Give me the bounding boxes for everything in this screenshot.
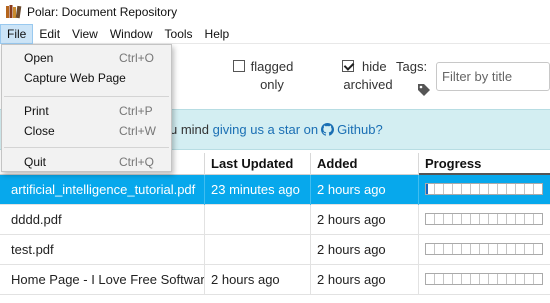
cell-progress (419, 205, 550, 235)
cell-title: test.pdf (5, 235, 205, 265)
github-icon (321, 123, 335, 136)
progress-bar (425, 183, 543, 195)
document-table: Title Last Updated Added Progress artifi… (0, 153, 550, 295)
shortcut-quit: Ctrl+Q (119, 155, 155, 169)
shortcut-open: Ctrl+O (119, 51, 155, 65)
progress-bar (425, 243, 543, 255)
menu-window[interactable]: Window (104, 24, 159, 44)
cell-added: 2 hours ago (311, 235, 419, 265)
cell-last-updated: 2 hours ago (205, 265, 311, 295)
cell-title: Home Page - I Love Free Software (5, 265, 205, 295)
progress-bar (425, 213, 543, 225)
shortcut-close: Ctrl+W (119, 124, 156, 138)
cell-last-updated: 23 minutes ago (205, 175, 311, 205)
table-row[interactable]: dddd.pdf 2 hours ago (0, 205, 550, 235)
menu-item-open[interactable]: Open Ctrl+O (2, 48, 171, 68)
cell-last-updated (205, 205, 311, 235)
table-row[interactable]: test.pdf 2 hours ago (0, 235, 550, 265)
menu-view[interactable]: View (66, 24, 104, 44)
shortcut-print: Ctrl+P (119, 104, 153, 118)
flagged-only-label: flagged only (250, 59, 294, 92)
cell-added: 2 hours ago (311, 175, 419, 205)
cell-progress (419, 235, 550, 265)
menu-edit[interactable]: Edit (33, 24, 66, 44)
window-title: Polar: Document Repository (27, 5, 178, 19)
cell-title: artificial_intelligence_tutorial.pdf (5, 175, 205, 205)
menu-tools[interactable]: Tools (159, 24, 199, 44)
table-row[interactable]: Home Page - I Love Free Software 2 hours… (0, 265, 550, 295)
file-menu-dropdown: Open Ctrl+O Capture Web Page Print Ctrl+… (1, 44, 172, 172)
cell-progress (419, 175, 550, 205)
cell-title: dddd.pdf (5, 205, 205, 235)
banner-text: u mind (170, 122, 213, 137)
cell-added: 2 hours ago (311, 265, 419, 295)
progress-bar (425, 273, 543, 285)
menu-item-quit[interactable]: Quit Ctrl+Q (2, 152, 171, 172)
menu-bar: File Edit View Window Tools Help (0, 23, 550, 44)
tag-icon[interactable] (417, 83, 431, 97)
flagged-only-checkbox[interactable] (233, 60, 245, 72)
github-star-link[interactable]: giving us a star on Github? (213, 122, 383, 137)
tags-label: Tags: (396, 59, 428, 74)
menu-help[interactable]: Help (199, 24, 236, 44)
column-header-last-updated[interactable]: Last Updated (205, 153, 311, 175)
books-icon (6, 5, 22, 19)
column-header-added[interactable]: Added (311, 153, 419, 175)
cell-added: 2 hours ago (311, 205, 419, 235)
menu-separator (4, 147, 169, 148)
cell-last-updated (205, 235, 311, 265)
table-row[interactable]: artificial_intelligence_tutorial.pdf 23 … (0, 175, 550, 205)
title-bar: Polar: Document Repository (0, 0, 550, 24)
menu-item-capture-web-page[interactable]: Capture Web Page (2, 68, 171, 88)
menu-separator (4, 96, 169, 97)
menu-file[interactable]: File (0, 23, 34, 44)
menu-item-print[interactable]: Print Ctrl+P (2, 101, 171, 121)
column-header-progress[interactable]: Progress (419, 153, 550, 175)
cell-progress (419, 265, 550, 295)
menu-item-close[interactable]: Close Ctrl+W (2, 121, 171, 141)
filter-by-title-input[interactable] (436, 62, 550, 91)
